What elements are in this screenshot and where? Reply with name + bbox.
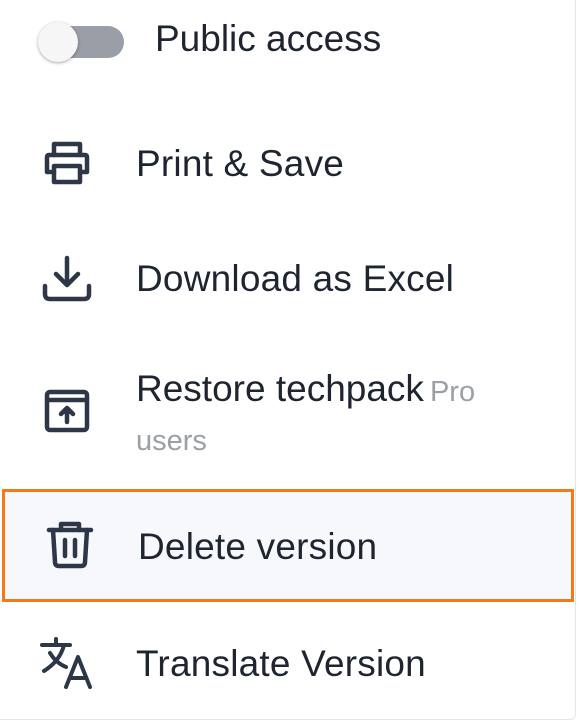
menu-item-delete-version[interactable]: Delete version: [2, 489, 574, 602]
delete-version-label: Delete version: [138, 526, 378, 567]
printer-icon: [40, 136, 94, 190]
restore-techpack-label: Restore techpack: [136, 368, 424, 409]
menu-item-download-excel[interactable]: Download as Excel: [0, 230, 576, 330]
menu-item-translate-version[interactable]: Translate Version: [0, 615, 576, 715]
download-excel-label: Download as Excel: [136, 258, 455, 299]
public-access-row[interactable]: Public access: [0, 0, 576, 90]
restore-techpack-label-line: Restore techpack Pro: [136, 368, 475, 410]
print-save-label: Print & Save: [136, 143, 345, 184]
pro-badge: Pro: [429, 376, 476, 408]
translate-icon: [40, 635, 94, 689]
translate-version-label: Translate Version: [136, 643, 426, 684]
options-menu: Public access Print & Save Download as E…: [0, 0, 576, 720]
toggle-knob: [38, 22, 78, 62]
menu-item-print-save[interactable]: Print & Save: [0, 115, 576, 215]
archive-restore-icon: [40, 384, 94, 438]
download-icon: [40, 252, 94, 306]
public-access-toggle[interactable]: [38, 22, 124, 62]
public-access-label: Public access: [155, 18, 382, 59]
pro-users-label: users: [136, 425, 207, 457]
trash-icon: [43, 518, 97, 572]
